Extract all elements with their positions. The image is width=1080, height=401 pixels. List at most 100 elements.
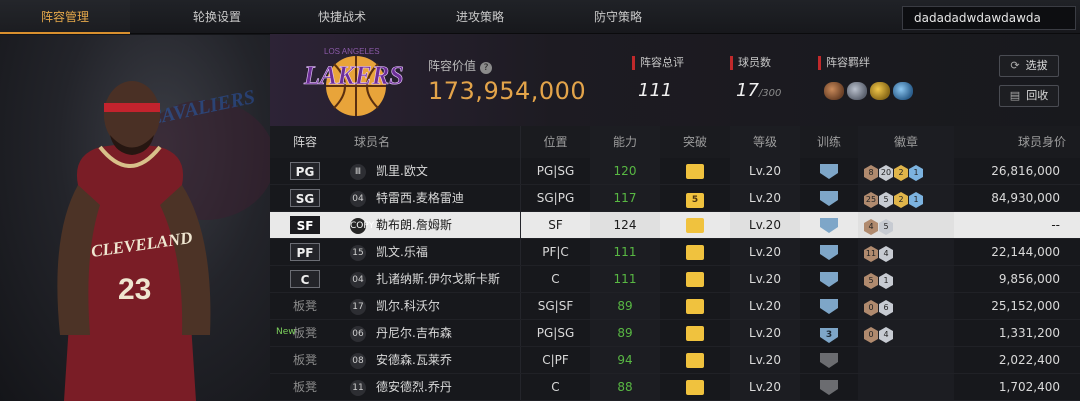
jersey-number: COPY xyxy=(350,217,374,234)
select-button[interactable]: ⟳ 选拔 xyxy=(999,55,1059,77)
table-row[interactable]: SF COPY 勒布朗.詹姆斯 SF 124 Lv.20 4 5 -- xyxy=(270,212,1080,239)
badge-icon: 4 xyxy=(879,327,893,343)
breakthrough-cell[interactable] xyxy=(660,374,730,400)
badge-icon: 2 xyxy=(894,165,908,181)
breakthrough-cell[interactable] xyxy=(660,320,730,346)
tab-quick-tactics[interactable]: 快捷战术 xyxy=(277,0,407,34)
player-name-cell[interactable]: COPY 勒布朗.詹姆斯 xyxy=(340,212,520,238)
badge-icon: 4 xyxy=(879,246,893,262)
position-cell: 板凳 xyxy=(270,347,340,373)
table-row[interactable]: 板凳 08 安德森.瓦莱乔 C|PF 94 Lv.20 2,022,400 xyxy=(270,347,1080,374)
training-cell[interactable] xyxy=(800,158,858,184)
help-icon[interactable]: ? xyxy=(480,62,493,74)
training-cell[interactable]: 3 xyxy=(800,320,858,346)
shield-icon xyxy=(820,272,838,287)
jersey-number: 15 xyxy=(350,244,366,261)
tab-lineup[interactable]: 阵容管理 xyxy=(0,0,130,34)
level-cell: Lv.20 xyxy=(730,374,800,400)
training-cell[interactable] xyxy=(800,212,858,238)
training-cell[interactable] xyxy=(800,185,858,211)
badge-cell[interactable]: 51 xyxy=(858,266,954,292)
player-name-cell[interactable]: 04 特雷西.麦格雷迪 xyxy=(340,185,520,211)
header-ability: 能力 xyxy=(590,126,660,158)
bond-icon xyxy=(893,82,913,100)
breakthrough-cell[interactable] xyxy=(660,158,730,184)
badge-icon: 1 xyxy=(879,273,893,289)
training-cell[interactable] xyxy=(800,239,858,265)
player-value-cell: -- xyxy=(1051,218,1060,232)
badge-icon: 5 xyxy=(879,219,893,235)
badge-cell[interactable]: 06 xyxy=(858,293,954,319)
shield-icon: 3 xyxy=(820,328,838,343)
role-cell: C|PF xyxy=(520,347,590,373)
player-name: 扎诸纳斯.伊尔戈斯卡斯 xyxy=(376,272,500,286)
player-name-cell[interactable]: Ⅲ 凯里.欧文 xyxy=(340,158,520,184)
breakthrough-cell[interactable] xyxy=(660,293,730,319)
username-field[interactable]: dadadadwdawdawda xyxy=(902,6,1076,30)
jersey-number: 06 xyxy=(350,325,366,342)
jersey-number: 17 xyxy=(350,298,366,315)
badge-cell[interactable]: 04 xyxy=(858,320,954,346)
ability-cell: 89 xyxy=(590,293,660,319)
breakthrough-cell[interactable] xyxy=(660,212,730,238)
header-training: 训练 xyxy=(816,135,841,149)
badge-cell[interactable]: 25 5 2 1 xyxy=(858,185,954,211)
table-row[interactable]: New 板凳 06 丹尼尔.吉布森 PG|SG 89 Lv.20 3 0 4 1,331,200 xyxy=(270,320,1080,347)
player-name: 安德森.瓦莱乔 xyxy=(376,353,452,367)
tab-defense[interactable]: 防守策略 xyxy=(553,0,683,34)
breakthrough-cell[interactable] xyxy=(660,347,730,373)
table-row[interactable]: C 04 扎诸纳斯.伊尔戈斯卡斯 C 111 Lv.20 5 1 9,856,000 xyxy=(270,266,1080,293)
training-cell[interactable] xyxy=(800,374,858,400)
logo-subtext: LOS ANGELES xyxy=(324,47,380,56)
recycle-button[interactable]: ▤ 回收 xyxy=(999,85,1059,107)
player-name-cell[interactable]: 04 扎诸纳斯.伊尔戈斯卡斯 xyxy=(340,266,520,292)
player-name-cell[interactable]: 15 凯文.乐福 xyxy=(340,239,520,265)
player-name-cell[interactable]: 17 凯尔.科沃尔 xyxy=(340,293,520,319)
position-badge: SF xyxy=(290,216,320,234)
player-value-cell: 2,022,400 xyxy=(998,353,1060,367)
training-cell[interactable] xyxy=(800,293,858,319)
player-name: 凯里.欧文 xyxy=(376,164,428,178)
header-level: 等级 xyxy=(730,126,800,158)
player-name: 勒布朗.詹姆斯 xyxy=(376,218,452,232)
overall-stat: 阵容总评 111 xyxy=(632,56,684,101)
role-cell: SG|PG xyxy=(520,185,590,211)
badge-icon: 5 xyxy=(879,192,893,208)
role-cell: PF|C xyxy=(520,239,590,265)
player-value-cell: 9,856,000 xyxy=(998,272,1060,286)
position-badge: PF xyxy=(290,243,320,261)
player-name-cell[interactable]: 06 丹尼尔.吉布森 xyxy=(340,320,520,346)
shield-icon xyxy=(820,353,838,368)
badge-icon: 11 xyxy=(864,246,878,262)
training-cell[interactable] xyxy=(800,266,858,292)
tab-offense[interactable]: 进攻策略 xyxy=(415,0,545,34)
shield-icon xyxy=(820,299,838,314)
table-row[interactable]: PF 15 凯文.乐福 PF|C 111 Lv.20 11 4 22,144,000 xyxy=(270,239,1080,266)
badge-cell[interactable] xyxy=(858,347,954,373)
bench-label: 板凳 xyxy=(292,326,317,340)
player-name-cell[interactable]: 11 德安德烈.乔丹 xyxy=(340,374,520,400)
breakthrough-cell[interactable]: 5 xyxy=(660,185,730,211)
level-cell: Lv.20 xyxy=(730,293,800,319)
team-header: LAKERS LOS ANGELES 阵容价值? 173,954,000 阵容总… xyxy=(270,34,1080,126)
badge-cell[interactable]: 8 20 2 1 xyxy=(858,158,954,184)
document-icon: ▤ xyxy=(1009,89,1021,102)
breakthrough-cell[interactable] xyxy=(660,239,730,265)
tab-rotation[interactable]: 轮换设置 xyxy=(152,0,282,34)
badge-cell[interactable] xyxy=(858,374,954,400)
bond-icons[interactable] xyxy=(824,82,913,100)
badge-cell[interactable]: 11 4 xyxy=(858,239,954,265)
breakthrough-cell[interactable] xyxy=(660,266,730,292)
table-row[interactable]: 板凳 17 凯尔.科沃尔 SG|SF 89 Lv.20 0 6 25,152,000 xyxy=(270,293,1080,320)
table-row[interactable]: PG Ⅲ 凯里.欧文 PG|SG 120 Lv.20 8 20 2 1 26,816,000 xyxy=(270,158,1080,185)
player-name: 德安德烈.乔丹 xyxy=(376,380,452,394)
shield-icon xyxy=(820,218,838,233)
table-row[interactable]: 板凳 11 德安德烈.乔丹 C 88 Lv.20 1,702,400 xyxy=(270,374,1080,401)
training-cell[interactable] xyxy=(800,347,858,373)
table-row[interactable]: SG 04 特雷西.麦格雷迪 SG|PG 117 5 Lv.20 25 5 2 1 84,930,00… xyxy=(270,185,1080,212)
level-cell: Lv.20 xyxy=(730,185,800,211)
lineup-value: 173,954,000 xyxy=(428,77,587,105)
player-name-cell[interactable]: 08 安德森.瓦莱乔 xyxy=(340,347,520,373)
badge-cell[interactable]: 45 xyxy=(858,212,954,238)
level-cell: Lv.20 xyxy=(730,239,800,265)
